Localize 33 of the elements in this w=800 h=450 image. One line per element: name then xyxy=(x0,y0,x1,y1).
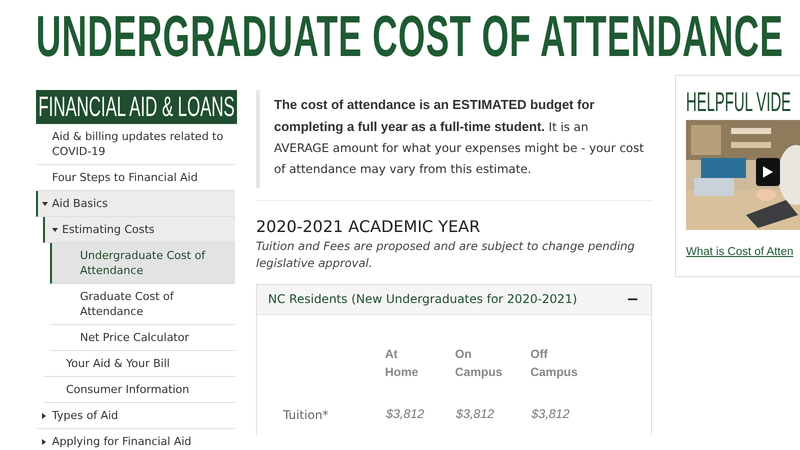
video-heading: HELPFUL VIDE xyxy=(686,86,792,118)
collapse-icon[interactable]: − xyxy=(626,292,639,306)
sidebar-item[interactable]: Net Price Calculator xyxy=(50,325,235,351)
section-note: Tuition and Fees are proposed and are subject to change pending legislative approval. xyxy=(256,238,636,272)
caret-right-icon xyxy=(42,412,48,419)
row-label: Tuition* xyxy=(282,406,330,422)
intro-paragraph: The cost of attendance is an ESTIMATED budget for completing a full year as a full-time student. It is an AVERAGE amount for what your expenses might be - your cost of attendance may vary from this estimate. xyxy=(256,90,652,188)
column-header: Off Campus xyxy=(530,346,579,381)
section-heading: 2020-2021 ACADEMIC YEAR xyxy=(256,217,482,236)
sidebar-item[interactable]: Your Aid & Your Bill xyxy=(43,351,235,377)
sidebar-item[interactable]: Estimating Costs xyxy=(43,217,235,243)
sidebar-item[interactable]: Consumer Information xyxy=(43,377,235,403)
column-header: At Home xyxy=(385,346,420,381)
page-title: UNDERGRADUATE COST OF ATTENDANCE xyxy=(36,6,784,68)
sidebar-item[interactable]: Graduate Cost of Attendance xyxy=(50,284,235,325)
column-header: On Campus xyxy=(455,345,530,403)
table-cell-text: $3,812 xyxy=(385,406,426,422)
sidebar-item[interactable]: Aid Basics xyxy=(36,191,235,217)
accordion-header[interactable]: NC Residents (New Undergraduates for 2020-2021) − xyxy=(257,285,651,315)
play-icon xyxy=(763,166,773,178)
caret-down-icon xyxy=(42,202,48,206)
sidebar-item[interactable]: Aid & billing updates related to COVID-19 xyxy=(36,124,235,165)
caret-right-icon xyxy=(42,438,48,445)
accordion-title: NC Residents (New Undergraduates for 2020-2021) xyxy=(268,292,578,306)
sidebar-heading: FINANCIAL AID & LOANS xyxy=(36,90,238,124)
sidebar-item[interactable]: Types of Aid xyxy=(36,403,235,429)
sidebar-item[interactable]: Applying for Financial Aid xyxy=(36,429,235,450)
play-button[interactable] xyxy=(756,158,780,186)
video-link[interactable]: What is Cost of Atten xyxy=(686,246,794,258)
table-cell-text: $3,812 xyxy=(530,406,571,422)
table-cell-text: $3,812 xyxy=(455,406,496,422)
sidebar-item[interactable]: Undergraduate Cost of Attendance xyxy=(50,243,235,284)
caret-down-icon xyxy=(52,228,58,232)
